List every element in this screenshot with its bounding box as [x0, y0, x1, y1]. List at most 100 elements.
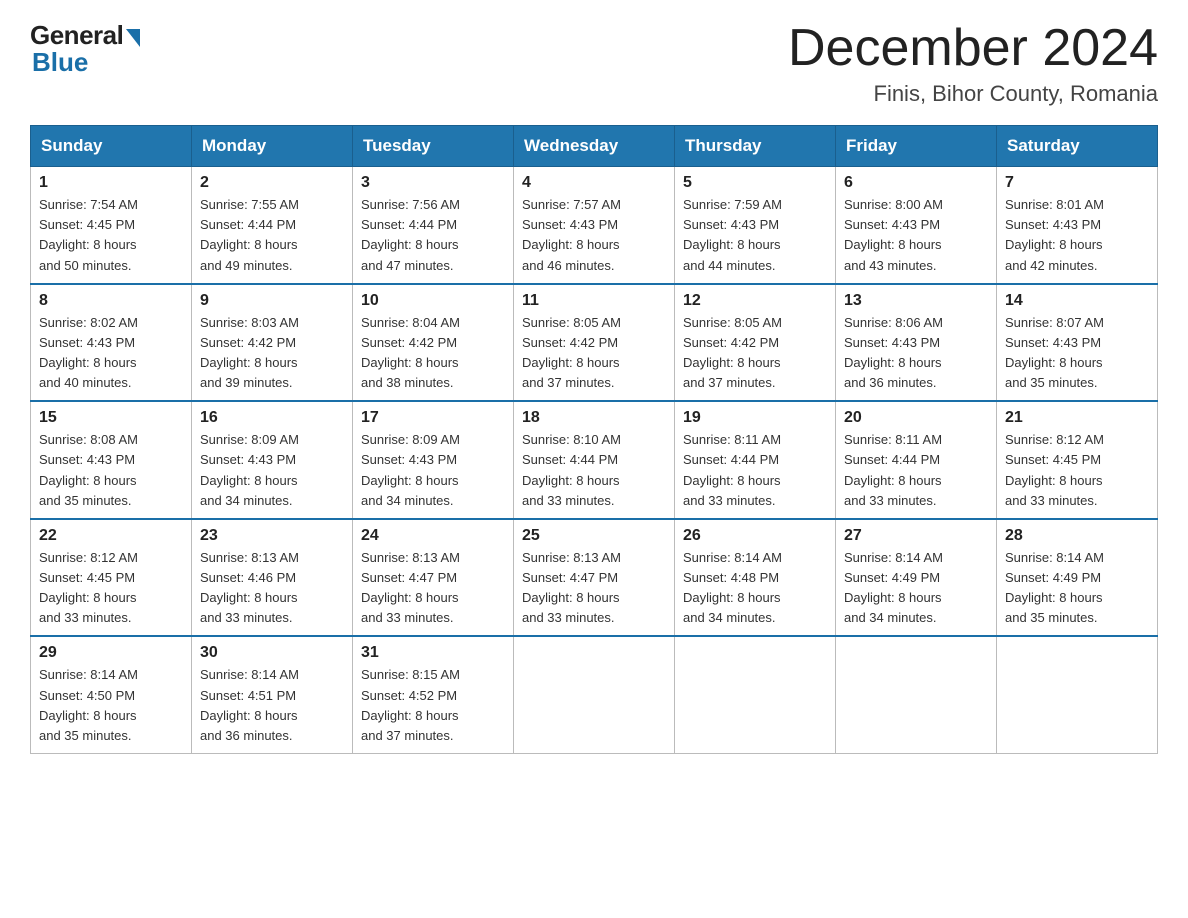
day-number: 18: [522, 409, 666, 427]
day-info: Sunrise: 7:56 AMSunset: 4:44 PMDaylight:…: [361, 197, 460, 272]
day-cell: 5 Sunrise: 7:59 AMSunset: 4:43 PMDayligh…: [675, 167, 836, 284]
day-cell: 9 Sunrise: 8:03 AMSunset: 4:42 PMDayligh…: [192, 284, 353, 402]
day-cell: 30 Sunrise: 8:14 AMSunset: 4:51 PMDaylig…: [192, 636, 353, 753]
calendar-table: SundayMondayTuesdayWednesdayThursdayFrid…: [30, 125, 1158, 754]
day-info: Sunrise: 8:14 AMSunset: 4:50 PMDaylight:…: [39, 667, 138, 742]
day-info: Sunrise: 8:13 AMSunset: 4:47 PMDaylight:…: [522, 550, 621, 625]
day-info: Sunrise: 8:12 AMSunset: 4:45 PMDaylight:…: [1005, 432, 1104, 507]
day-cell: 10 Sunrise: 8:04 AMSunset: 4:42 PMDaylig…: [353, 284, 514, 402]
day-number: 21: [1005, 409, 1149, 427]
day-cell: 18 Sunrise: 8:10 AMSunset: 4:44 PMDaylig…: [514, 401, 675, 519]
day-number: 17: [361, 409, 505, 427]
day-cell: 14 Sunrise: 8:07 AMSunset: 4:43 PMDaylig…: [997, 284, 1158, 402]
day-number: 7: [1005, 174, 1149, 192]
day-cell: [675, 636, 836, 753]
week-row-2: 8 Sunrise: 8:02 AMSunset: 4:43 PMDayligh…: [31, 284, 1158, 402]
day-cell: 11 Sunrise: 8:05 AMSunset: 4:42 PMDaylig…: [514, 284, 675, 402]
logo: General Blue: [30, 20, 140, 78]
day-cell: 7 Sunrise: 8:01 AMSunset: 4:43 PMDayligh…: [997, 167, 1158, 284]
day-info: Sunrise: 8:15 AMSunset: 4:52 PMDaylight:…: [361, 667, 460, 742]
day-number: 20: [844, 409, 988, 427]
col-friday: Friday: [836, 126, 997, 167]
day-info: Sunrise: 8:08 AMSunset: 4:43 PMDaylight:…: [39, 432, 138, 507]
day-cell: 20 Sunrise: 8:11 AMSunset: 4:44 PMDaylig…: [836, 401, 997, 519]
day-cell: 27 Sunrise: 8:14 AMSunset: 4:49 PMDaylig…: [836, 519, 997, 637]
day-info: Sunrise: 7:54 AMSunset: 4:45 PMDaylight:…: [39, 197, 138, 272]
col-wednesday: Wednesday: [514, 126, 675, 167]
day-number: 24: [361, 527, 505, 545]
logo-blue-text: Blue: [32, 47, 88, 78]
day-cell: 31 Sunrise: 8:15 AMSunset: 4:52 PMDaylig…: [353, 636, 514, 753]
day-info: Sunrise: 8:09 AMSunset: 4:43 PMDaylight:…: [200, 432, 299, 507]
day-info: Sunrise: 7:55 AMSunset: 4:44 PMDaylight:…: [200, 197, 299, 272]
day-info: Sunrise: 8:12 AMSunset: 4:45 PMDaylight:…: [39, 550, 138, 625]
day-number: 28: [1005, 527, 1149, 545]
day-number: 30: [200, 644, 344, 662]
day-cell: 24 Sunrise: 8:13 AMSunset: 4:47 PMDaylig…: [353, 519, 514, 637]
col-tuesday: Tuesday: [353, 126, 514, 167]
day-number: 2: [200, 174, 344, 192]
day-cell: 3 Sunrise: 7:56 AMSunset: 4:44 PMDayligh…: [353, 167, 514, 284]
day-cell: [836, 636, 997, 753]
day-info: Sunrise: 7:59 AMSunset: 4:43 PMDaylight:…: [683, 197, 782, 272]
day-info: Sunrise: 8:14 AMSunset: 4:51 PMDaylight:…: [200, 667, 299, 742]
day-info: Sunrise: 8:05 AMSunset: 4:42 PMDaylight:…: [522, 315, 621, 390]
day-cell: 23 Sunrise: 8:13 AMSunset: 4:46 PMDaylig…: [192, 519, 353, 637]
day-number: 6: [844, 174, 988, 192]
day-cell: 8 Sunrise: 8:02 AMSunset: 4:43 PMDayligh…: [31, 284, 192, 402]
col-monday: Monday: [192, 126, 353, 167]
day-number: 11: [522, 292, 666, 310]
day-info: Sunrise: 8:14 AMSunset: 4:49 PMDaylight:…: [844, 550, 943, 625]
day-number: 29: [39, 644, 183, 662]
week-row-5: 29 Sunrise: 8:14 AMSunset: 4:50 PMDaylig…: [31, 636, 1158, 753]
col-sunday: Sunday: [31, 126, 192, 167]
day-number: 3: [361, 174, 505, 192]
day-cell: [514, 636, 675, 753]
day-cell: 22 Sunrise: 8:12 AMSunset: 4:45 PMDaylig…: [31, 519, 192, 637]
day-info: Sunrise: 8:10 AMSunset: 4:44 PMDaylight:…: [522, 432, 621, 507]
day-info: Sunrise: 8:01 AMSunset: 4:43 PMDaylight:…: [1005, 197, 1104, 272]
day-info: Sunrise: 7:57 AMSunset: 4:43 PMDaylight:…: [522, 197, 621, 272]
title-block: December 2024 Finis, Bihor County, Roman…: [788, 20, 1158, 107]
day-info: Sunrise: 8:11 AMSunset: 4:44 PMDaylight:…: [844, 432, 942, 507]
week-row-3: 15 Sunrise: 8:08 AMSunset: 4:43 PMDaylig…: [31, 401, 1158, 519]
day-cell: 26 Sunrise: 8:14 AMSunset: 4:48 PMDaylig…: [675, 519, 836, 637]
day-info: Sunrise: 8:06 AMSunset: 4:43 PMDaylight:…: [844, 315, 943, 390]
day-info: Sunrise: 8:04 AMSunset: 4:42 PMDaylight:…: [361, 315, 460, 390]
logo-arrow-icon: [126, 29, 140, 47]
day-cell: 15 Sunrise: 8:08 AMSunset: 4:43 PMDaylig…: [31, 401, 192, 519]
day-number: 14: [1005, 292, 1149, 310]
day-number: 5: [683, 174, 827, 192]
header-row: SundayMondayTuesdayWednesdayThursdayFrid…: [31, 126, 1158, 167]
day-number: 27: [844, 527, 988, 545]
day-number: 22: [39, 527, 183, 545]
day-cell: 4 Sunrise: 7:57 AMSunset: 4:43 PMDayligh…: [514, 167, 675, 284]
day-info: Sunrise: 8:13 AMSunset: 4:46 PMDaylight:…: [200, 550, 299, 625]
week-row-4: 22 Sunrise: 8:12 AMSunset: 4:45 PMDaylig…: [31, 519, 1158, 637]
day-cell: 21 Sunrise: 8:12 AMSunset: 4:45 PMDaylig…: [997, 401, 1158, 519]
day-number: 26: [683, 527, 827, 545]
day-number: 1: [39, 174, 183, 192]
day-number: 16: [200, 409, 344, 427]
day-cell: 6 Sunrise: 8:00 AMSunset: 4:43 PMDayligh…: [836, 167, 997, 284]
day-number: 23: [200, 527, 344, 545]
day-cell: [997, 636, 1158, 753]
day-info: Sunrise: 8:00 AMSunset: 4:43 PMDaylight:…: [844, 197, 943, 272]
day-cell: 16 Sunrise: 8:09 AMSunset: 4:43 PMDaylig…: [192, 401, 353, 519]
day-cell: 25 Sunrise: 8:13 AMSunset: 4:47 PMDaylig…: [514, 519, 675, 637]
day-info: Sunrise: 8:13 AMSunset: 4:47 PMDaylight:…: [361, 550, 460, 625]
col-thursday: Thursday: [675, 126, 836, 167]
month-title: December 2024: [788, 20, 1158, 77]
day-number: 8: [39, 292, 183, 310]
day-number: 25: [522, 527, 666, 545]
day-info: Sunrise: 8:07 AMSunset: 4:43 PMDaylight:…: [1005, 315, 1104, 390]
day-info: Sunrise: 8:14 AMSunset: 4:49 PMDaylight:…: [1005, 550, 1104, 625]
day-number: 13: [844, 292, 988, 310]
day-info: Sunrise: 8:11 AMSunset: 4:44 PMDaylight:…: [683, 432, 781, 507]
day-number: 19: [683, 409, 827, 427]
day-cell: 2 Sunrise: 7:55 AMSunset: 4:44 PMDayligh…: [192, 167, 353, 284]
page-header: General Blue December 2024 Finis, Bihor …: [30, 20, 1158, 107]
day-cell: 19 Sunrise: 8:11 AMSunset: 4:44 PMDaylig…: [675, 401, 836, 519]
day-cell: 12 Sunrise: 8:05 AMSunset: 4:42 PMDaylig…: [675, 284, 836, 402]
day-cell: 13 Sunrise: 8:06 AMSunset: 4:43 PMDaylig…: [836, 284, 997, 402]
